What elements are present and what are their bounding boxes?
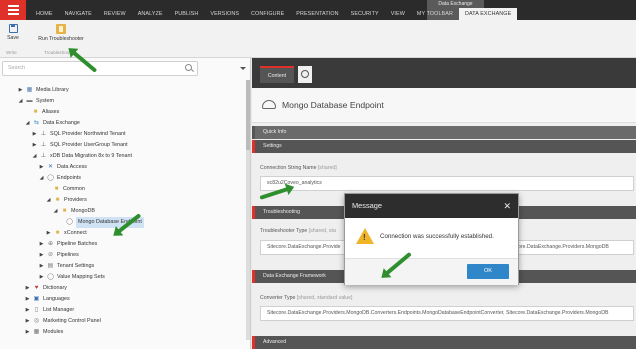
tree-item-northwind-tenant[interactable]: ▶ ⊥ SQL Provider Northwind Tenant — [32, 129, 126, 140]
data-access-icon: ✕ — [47, 164, 54, 170]
message-dialog: Message ✕ ! Connection was successfully … — [344, 193, 519, 285]
save-icon — [8, 24, 18, 33]
tab-review[interactable]: REVIEW — [98, 8, 132, 20]
tree-item-pipelines[interactable]: ▶ ⊘ Pipelines — [39, 250, 79, 261]
warning-icon-mark: ! — [363, 233, 366, 242]
tab-my-toolbar[interactable]: MY TOOLBAR — [411, 8, 459, 20]
folder-icon: ■ — [54, 186, 59, 192]
languages-icon: ▣ — [33, 296, 40, 302]
tree-item-xdb-tenant[interactable]: ◢ ⊥ xDB Data Migration 8x to 9 Tenant — [32, 151, 132, 162]
media-icon: ▦ — [26, 87, 33, 93]
pipeline-icon: ⊕ — [47, 241, 54, 247]
mapping-icon: ◯ — [47, 274, 54, 280]
ribbon-toolbar: Save Write Run Troubleshooter Troublesho… — [0, 20, 636, 58]
app-menu-button[interactable] — [0, 0, 26, 20]
data-exchange-icon: ⇆ — [33, 120, 40, 126]
editor-tab-bar: Content — [252, 58, 636, 88]
save-label: Save — [7, 35, 19, 41]
content-tree-pane: Search ▶ ▦ Media Library ◢ ▬ System ■ Aliases… — [0, 58, 251, 349]
section-quick-info[interactable]: Quick Info — [252, 126, 636, 139]
save-button[interactable]: Save — [4, 24, 22, 41]
system-icon: ▬ — [26, 98, 33, 104]
endpoint-icon — [262, 100, 276, 109]
tree-item-common[interactable]: ■ Common — [53, 184, 85, 195]
troubleshooter-type-value: Sitecore.DataExchange.Provide — [267, 244, 341, 250]
tree-item-system[interactable]: ◢ ▬ System — [18, 96, 54, 107]
search-icon[interactable] — [185, 64, 192, 71]
tab-home[interactable]: HOME — [30, 8, 59, 20]
tree-search-input[interactable]: Search — [2, 61, 198, 76]
troubleshooter-icon — [56, 24, 66, 34]
tree-item-data-access[interactable]: ▶ ✕ Data Access — [39, 162, 87, 173]
chevron-down-icon[interactable] — [240, 67, 246, 70]
tab-security[interactable]: SECURITY — [345, 8, 385, 20]
tenant-icon: ⊥ — [40, 142, 47, 148]
folder-icon: ■ — [62, 208, 67, 214]
dictionary-icon: ♥ — [34, 285, 39, 291]
tree-item-list-manager[interactable]: ▶ ▯ List Manager — [25, 305, 75, 316]
section-settings[interactable]: Settings — [252, 140, 636, 153]
tree-item-xconnect[interactable]: ▶ ■ xConnect — [46, 228, 87, 239]
item-header: Mongo Database Endpoint — [252, 88, 636, 123]
tab-view[interactable]: VIEW — [385, 8, 411, 20]
tree-item-mongodb[interactable]: ◢ ■ MongoDB — [53, 206, 95, 217]
section-advanced[interactable]: Advanced — [252, 336, 636, 349]
tree-item-data-exchange[interactable]: ◢ ⇆ Data Exchange — [25, 118, 80, 129]
ribbon-tabs: HOME NAVIGATE REVIEW ANALYZE PUBLISH VER… — [30, 8, 518, 20]
tab-publish[interactable]: PUBLISH — [169, 8, 205, 20]
tree-item-dictionary[interactable]: ▶ ♥ Dictionary — [25, 283, 67, 294]
tree-item-usergroup-tenant[interactable]: ▶ ⊥ SQL Provider UserGroup Tenant — [32, 140, 128, 151]
folder-icon: ■ — [55, 230, 60, 236]
tree-item-media-library[interactable]: ▶ ▦ Media Library — [18, 85, 69, 96]
write-group-label: Write — [6, 50, 17, 55]
tab-navigate[interactable]: NAVIGATE — [59, 8, 98, 20]
tree-item-marketing-control-panel[interactable]: ▶ ◎ Marketing Control Panel — [25, 316, 101, 327]
tab-content[interactable]: Content — [260, 66, 294, 83]
tree-item-endpoints[interactable]: ◢ ◯ Endpoints — [39, 173, 81, 184]
folder-icon: ■ — [55, 197, 60, 203]
troubleshooter-type-value-tail: ore.DataExchange.Providers.MongoDB — [518, 244, 609, 250]
tenant-icon: ⊥ — [40, 153, 47, 159]
tree-item-tenant-settings[interactable]: ▶ ▤ Tenant Settings — [39, 261, 95, 272]
tab-data-exchange[interactable]: DATA EXCHANGE — [458, 8, 518, 20]
dialog-footer: OK — [345, 258, 518, 285]
connection-string-label: Connection String Name [shared] — [260, 165, 337, 171]
tree-item-languages[interactable]: ▶ ▣ Languages — [25, 294, 70, 305]
tree-item-aliases[interactable]: ■ Aliases — [32, 107, 60, 118]
tab-analyze[interactable]: ANALYZE — [132, 8, 169, 20]
connection-string-field[interactable]: sc82u2Coveo_analytics — [260, 176, 634, 191]
search-icon[interactable] — [298, 66, 312, 83]
folder-icon: ■ — [33, 109, 38, 115]
tab-configure[interactable]: CONFIGURE — [245, 8, 290, 20]
tree-item-modules[interactable]: ▶ ▦ Modules — [25, 327, 64, 338]
run-troubleshooter-label: Run Troubleshooter — [38, 36, 84, 42]
settings-icon: ▤ — [47, 263, 54, 269]
converter-type-field[interactable]: Sitecore.DataExchange.Providers.MongoDB.… — [260, 306, 634, 321]
run-troubleshooter-button[interactable]: Run Troubleshooter — [34, 24, 88, 42]
marketing-icon: ◎ — [33, 318, 40, 324]
tree-item-providers[interactable]: ◢ ■ Providers — [46, 195, 87, 206]
tree-item-value-mapping-sets[interactable]: ▶ ◯ Value Mapping Sets — [39, 272, 105, 283]
close-icon[interactable]: ✕ — [503, 194, 511, 218]
ribbon: Data Exchange HOME NAVIGATE REVIEW ANALY… — [0, 0, 636, 20]
endpoint-icon: ◯ — [47, 175, 54, 181]
ok-button[interactable]: OK — [467, 264, 509, 279]
item-title: Mongo Database Endpoint — [282, 100, 384, 110]
endpoint-icon: ◯ — [66, 219, 73, 225]
modules-icon: ▦ — [33, 329, 40, 335]
dialog-message: Connection was successfully established. — [380, 233, 494, 240]
troubleshooter-type-label: Troubleshooter Type [shared, sta — [260, 228, 336, 234]
list-icon: ▯ — [34, 307, 39, 313]
dialog-title: Message — [345, 194, 518, 218]
tree-scrollbar[interactable] — [246, 80, 250, 340]
tab-versions[interactable]: VERSIONS — [204, 8, 245, 20]
converter-type-label: Converter Type [shared, standard value] — [260, 295, 353, 301]
tab-presentation[interactable]: PRESENTATION — [290, 8, 344, 20]
contextual-tab-title: Data Exchange — [438, 1, 473, 7]
tenant-icon: ⊥ — [40, 131, 47, 137]
pipeline-icon: ⊘ — [47, 252, 54, 258]
tree-item-pipeline-batches[interactable]: ▶ ⊕ Pipeline Batches — [39, 239, 98, 250]
